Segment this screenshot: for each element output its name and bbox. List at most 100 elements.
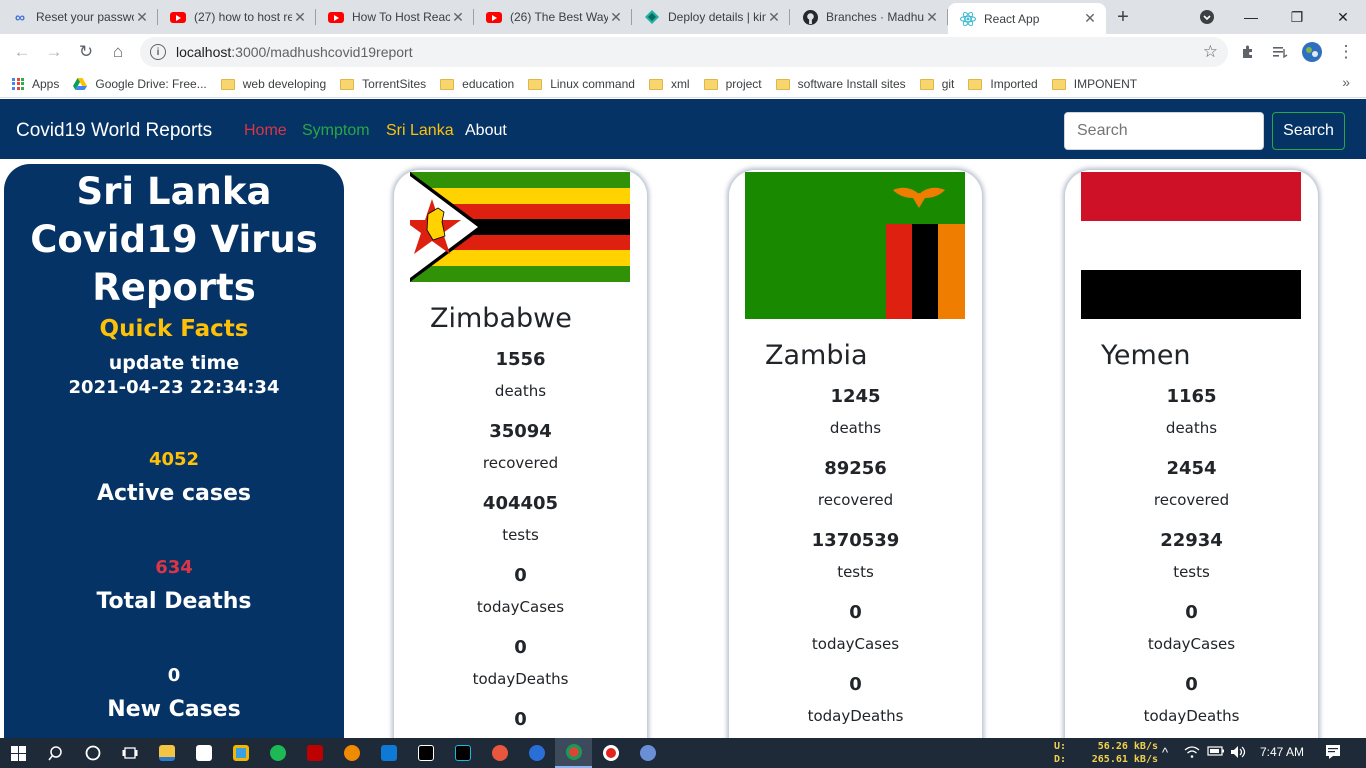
nav-link-symptom[interactable]: Symptom bbox=[302, 122, 370, 140]
stat-value: 2454 bbox=[1166, 458, 1217, 479]
app-icon[interactable] bbox=[629, 738, 666, 768]
bookmark-folder[interactable]: education bbox=[440, 77, 514, 91]
tab-search-button[interactable] bbox=[1184, 0, 1230, 34]
url-path: :3000/madhushcovid19report bbox=[231, 44, 413, 60]
bookmark-folder[interactable]: git bbox=[919, 77, 954, 91]
filezilla-icon[interactable] bbox=[296, 738, 333, 768]
folder-icon bbox=[775, 79, 790, 90]
stat-value: 22934 bbox=[1160, 530, 1223, 551]
file-explorer-icon[interactable] bbox=[148, 738, 185, 768]
tab-title: Deploy details | kinsta bbox=[668, 10, 766, 24]
close-icon[interactable]: ✕ bbox=[924, 9, 940, 26]
taskbar-clock[interactable]: 7:47 AM bbox=[1260, 745, 1304, 759]
reload-icon[interactable]: ↻ bbox=[70, 36, 102, 68]
bookmark-folder[interactable]: TorrentSites bbox=[340, 77, 426, 91]
reading-list-icon[interactable] bbox=[1264, 36, 1296, 68]
folder-icon bbox=[440, 79, 455, 90]
nav-link-sri-lanka[interactable]: Sri Lanka bbox=[386, 122, 454, 140]
bookmark-folder[interactable]: project bbox=[703, 77, 762, 91]
task-view-icon[interactable] bbox=[111, 738, 148, 768]
google-drive-icon bbox=[73, 77, 88, 90]
tab-title: Branches · Madhush bbox=[826, 10, 924, 24]
cortana-icon[interactable] bbox=[74, 738, 111, 768]
browser-tab[interactable]: How To Host React ✕ bbox=[316, 0, 474, 34]
windows-start-icon[interactable] bbox=[0, 738, 37, 768]
bookmark-folder[interactable]: IMPONENT bbox=[1051, 77, 1137, 91]
bookmark-folder[interactable]: Linux command bbox=[528, 77, 635, 91]
folder-icon bbox=[703, 79, 718, 90]
net-up-value: 56.26 kB/s bbox=[1097, 741, 1158, 752]
youtube-icon bbox=[170, 9, 186, 25]
vscode-icon[interactable] bbox=[370, 738, 407, 768]
home-icon[interactable]: ⌂ bbox=[102, 36, 134, 68]
bookmark-folder[interactable]: software Install sites bbox=[775, 77, 906, 91]
notification-center-icon[interactable] bbox=[1325, 744, 1341, 763]
forward-arrow-icon[interactable]: → bbox=[38, 36, 70, 68]
stat-label: todayCases bbox=[1147, 635, 1236, 653]
navbar-brand[interactable]: Covid19 World Reports bbox=[16, 120, 212, 142]
browser-tab[interactable]: Deploy details | kinsta ✕ bbox=[632, 0, 790, 34]
active-cases-value: 4052 bbox=[148, 449, 200, 470]
bookmarks-overflow-icon[interactable]: » bbox=[1342, 74, 1350, 90]
chrome-icon[interactable] bbox=[555, 738, 592, 768]
extensions-puzzle-icon[interactable] bbox=[1232, 36, 1264, 68]
bookmark-label: TorrentSites bbox=[362, 76, 427, 91]
back-arrow-icon[interactable]: ← bbox=[6, 36, 38, 68]
restore-icon[interactable]: ❐ bbox=[1274, 0, 1320, 34]
profile-avatar[interactable] bbox=[1296, 36, 1328, 68]
menu-kebab-icon[interactable]: ⋮ bbox=[1330, 36, 1362, 68]
close-icon[interactable]: ✕ bbox=[450, 9, 466, 26]
window-close-icon[interactable]: ✕ bbox=[1320, 0, 1366, 34]
bookmark-label: education bbox=[462, 76, 515, 91]
search-button[interactable]: Search bbox=[1272, 112, 1345, 150]
folder-icon bbox=[340, 79, 355, 90]
close-icon[interactable]: ✕ bbox=[134, 9, 150, 26]
search-input[interactable] bbox=[1064, 112, 1264, 150]
bookmark-google-drive[interactable]: Google Drive: Free... bbox=[73, 76, 207, 91]
battery-icon[interactable] bbox=[1207, 745, 1225, 760]
bookmark-apps[interactable]: Apps bbox=[12, 77, 59, 91]
bookmark-label: Imported bbox=[990, 76, 1038, 91]
stat-label: recovered bbox=[1153, 491, 1230, 509]
folder-icon bbox=[968, 79, 983, 90]
volume-icon[interactable] bbox=[1230, 745, 1246, 762]
app-icon[interactable] bbox=[222, 738, 259, 768]
record-icon[interactable] bbox=[592, 738, 629, 768]
stat-label: todayCases bbox=[811, 635, 900, 653]
close-icon[interactable]: ✕ bbox=[608, 9, 624, 26]
app-icon[interactable] bbox=[333, 738, 370, 768]
stat-label: deaths bbox=[829, 419, 882, 437]
browser-tab[interactable]: (27) how to host react ✕ bbox=[158, 0, 316, 34]
nav-link-home[interactable]: Home bbox=[244, 122, 287, 140]
close-icon[interactable]: ✕ bbox=[292, 9, 308, 26]
browser-tab-active[interactable]: React App ✕ bbox=[948, 3, 1106, 34]
bookmark-folder[interactable]: Imported bbox=[968, 76, 1038, 91]
minimize-icon[interactable]: — bbox=[1228, 0, 1274, 34]
bookmark-folder[interactable]: web developing bbox=[220, 77, 326, 91]
app-icon[interactable] bbox=[481, 738, 518, 768]
bookmark-folder[interactable]: xml bbox=[648, 77, 690, 91]
bookmark-label: Google Drive: Free... bbox=[95, 76, 207, 91]
close-icon[interactable]: ✕ bbox=[766, 9, 782, 26]
address-bar[interactable]: i localhost:3000/madhushcovid19report ☆ bbox=[140, 37, 1228, 67]
sri-lanka-panel: Sri Lanka Covid19 Virus Reports Quick Fa… bbox=[4, 164, 344, 764]
browser-tab[interactable]: ∞ Reset your password ✕ bbox=[0, 0, 158, 34]
bookmark-star-icon[interactable]: ☆ bbox=[1203, 42, 1218, 62]
browser-tab[interactable]: Branches · Madhush ✕ bbox=[790, 0, 948, 34]
browser-tab[interactable]: (26) The Best Way ✕ bbox=[474, 0, 632, 34]
firefox-icon[interactable] bbox=[518, 738, 555, 768]
close-icon[interactable]: ✕ bbox=[1082, 10, 1098, 27]
new-tab-button[interactable]: + bbox=[1106, 0, 1140, 34]
site-info-icon[interactable]: i bbox=[150, 44, 166, 60]
country-card-yemen: Yemen 1165 deaths 2454 recovered 22934 t… bbox=[1065, 170, 1318, 750]
folder-icon bbox=[1051, 79, 1066, 90]
wifi-icon[interactable] bbox=[1184, 745, 1200, 762]
mail-icon[interactable] bbox=[185, 738, 222, 768]
nav-link-about[interactable]: About bbox=[465, 122, 507, 140]
webstorm-icon[interactable] bbox=[444, 738, 481, 768]
search-icon[interactable] bbox=[37, 738, 74, 768]
chevron-up-icon[interactable]: ^ bbox=[1162, 745, 1168, 760]
app-icon[interactable] bbox=[259, 738, 296, 768]
intellij-icon[interactable] bbox=[407, 738, 444, 768]
update-time-value: 2021-04-23 22:34:34 bbox=[68, 377, 280, 398]
